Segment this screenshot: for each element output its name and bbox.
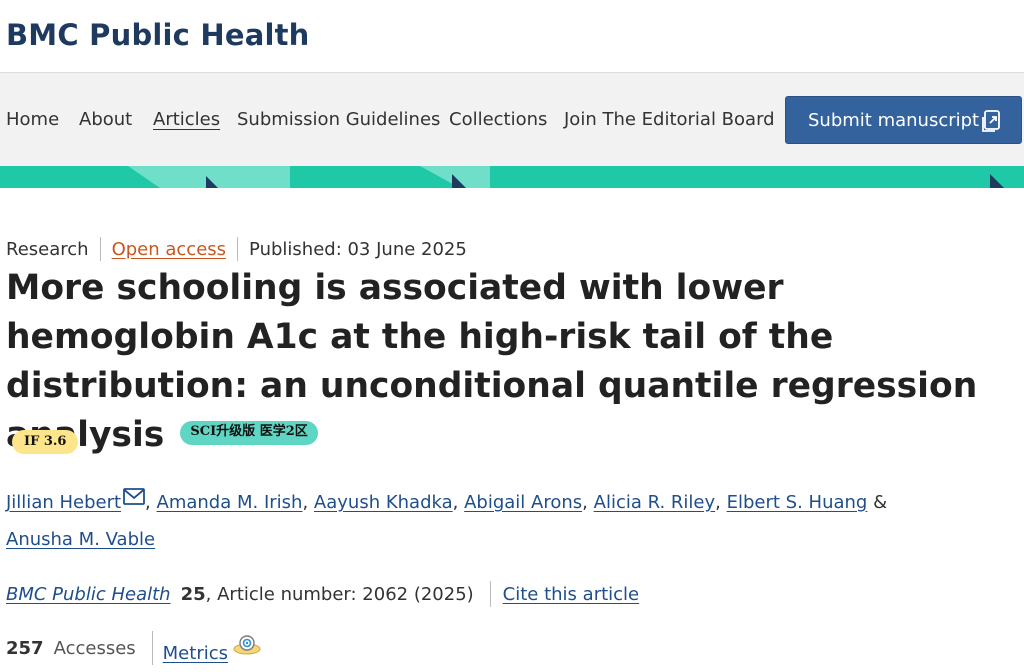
article-type: Research [6,238,89,260]
author-separator: , [582,492,588,513]
author-separator: , [302,492,309,513]
article-number: , Article number: 2062 (2025) [205,583,474,605]
nav-collections[interactable]: Collections [449,109,547,130]
cite-this-article-link[interactable]: Cite this article [503,584,639,605]
article-meta: Research Open access Published: 03 June … [6,236,467,262]
citation-divider [489,581,491,607]
submit-manuscript-button[interactable]: Submit manuscript [785,96,1022,144]
meta-divider [99,237,101,261]
nav-articles[interactable]: Articles [153,109,220,130]
author-link[interactable]: Aayush Khadka [314,492,453,513]
impact-factor-badge: IF 3.6 [12,430,79,454]
metrics-icon [233,635,261,655]
metrics-link[interactable]: Metrics [163,643,228,664]
article-title-text: More schooling is associated with lower … [6,268,978,455]
author-separator: , [452,492,459,513]
author-ampersand: & [873,492,888,513]
author-separator: , [145,492,151,513]
external-submit-icon [982,110,1000,132]
accesses-count: 257 [6,637,44,659]
site-header: BMC Public Health [0,0,1024,72]
article-title: More schooling is associated with lower … [6,264,1006,460]
author-link[interactable]: Elbert S. Huang [727,492,868,513]
volume-number: 25 [180,583,206,605]
author-link[interactable]: Anusha M. Vable [6,529,155,550]
nav-home[interactable]: Home [6,109,59,130]
author-link[interactable]: Jillian Hebert [6,492,121,513]
nav-join-editorial-board[interactable]: Join The Editorial Board [564,109,775,130]
metrics-divider [151,631,153,665]
accesses-label: Accesses [53,637,136,659]
main-navigation: Home About Articles Submission Guideline… [0,72,1024,166]
citation-info: BMC Public Health 25 , Article number: 2… [6,580,639,608]
author-link[interactable]: Amanda M. Irish [157,492,303,513]
nav-submission-guidelines[interactable]: Submission Guidelines [237,109,440,130]
open-access-link[interactable]: Open access [112,239,226,260]
mail-icon[interactable] [123,488,145,506]
journal-title[interactable]: BMC Public Health [6,18,310,52]
author-link[interactable]: Abigail Arons [464,492,582,513]
submit-manuscript-label: Submit manuscript [808,109,980,131]
metrics-info: 257 Accesses Metrics [6,628,262,668]
author-link[interactable]: Alicia R. Riley [594,492,716,513]
author-list: Jillian Hebert, Amanda M. Irish, Aayush … [6,484,1006,558]
meta-divider [237,237,239,261]
nav-about[interactable]: About [79,109,132,130]
published-date: Published: 03 June 2025 [249,238,467,260]
journal-link[interactable]: BMC Public Health [6,584,171,605]
sci-badge: SCI升级版 医学2区 [180,420,318,445]
decorative-band [0,166,1024,188]
author-separator: , [715,492,721,513]
